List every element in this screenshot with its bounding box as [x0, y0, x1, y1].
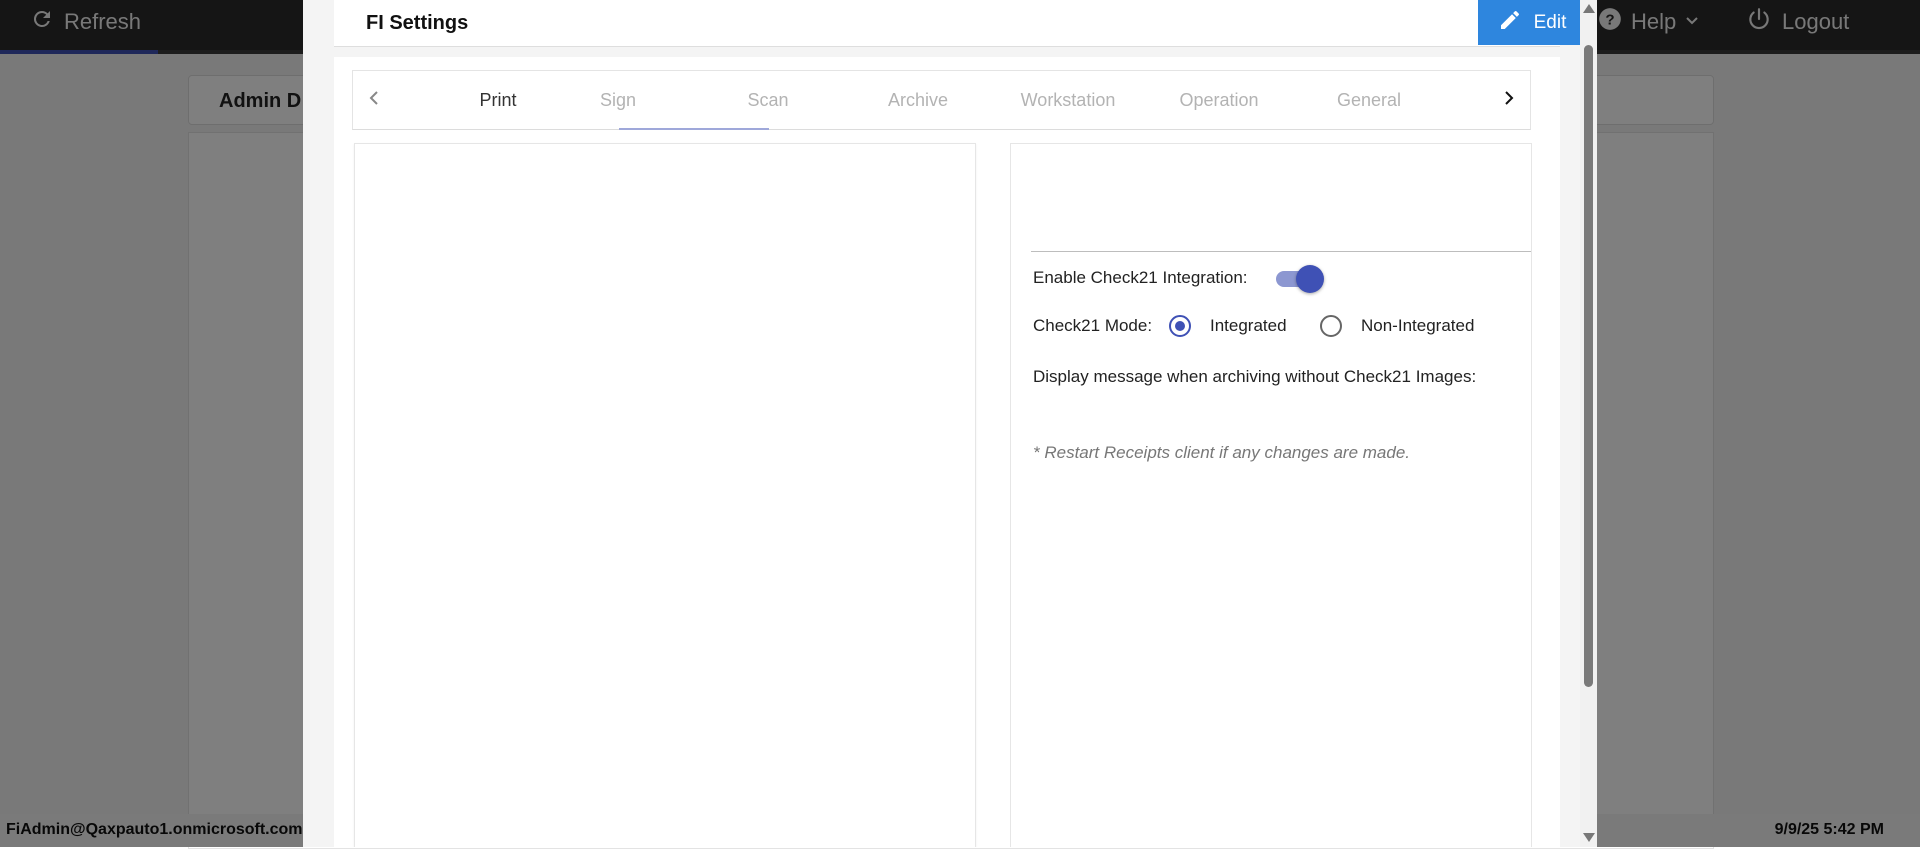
check21-integration-label: Enable Check21 Integration: [1033, 268, 1248, 287]
tab-label: Operation [1179, 89, 1259, 110]
tab-operation[interactable]: Operation [1144, 71, 1294, 129]
settings-left-panel [354, 143, 976, 847]
tab-scan[interactable]: Scan [693, 71, 843, 129]
tab-label: Workstation [1020, 89, 1116, 110]
check21-mode-integrated-radio[interactable] [1169, 315, 1191, 337]
check21-mode-non-integrated-label[interactable]: Non-Integrated [1361, 316, 1474, 336]
chevron-right-icon [1502, 89, 1516, 112]
toggle-thumb [1296, 265, 1324, 293]
edit-label: Edit [1533, 11, 1567, 33]
tab-label: Print [479, 89, 517, 110]
tabs-scroll-right-button[interactable] [1496, 87, 1522, 113]
display-message-label: Display message when archiving without C… [1033, 367, 1477, 386]
scroll-down-arrow-icon[interactable] [1583, 833, 1595, 842]
section-divider [1031, 251, 1531, 252]
fi-settings-dialog: FI Settings Edit Print Sign Scan Archive… [303, 0, 1597, 847]
tab-label: General [1336, 89, 1402, 110]
scrollbar-thumb[interactable] [1584, 45, 1593, 687]
pencil-icon [1498, 8, 1522, 38]
tab-general[interactable]: General [1294, 71, 1444, 129]
tab-label: Scan [747, 89, 789, 110]
tabs-scroll-left-button[interactable] [361, 87, 387, 113]
settings-right-panel: Enable Check21 Integration: Check21 Mode… [1010, 143, 1532, 847]
tab-label: Sign [599, 89, 637, 110]
restart-note: * Restart Receipts client if any changes… [1033, 443, 1411, 462]
tab-active-indicator [619, 128, 769, 130]
tab-label: Archive [887, 89, 949, 110]
tab-sign[interactable]: Sign [543, 71, 693, 129]
scroll-up-arrow-icon[interactable] [1583, 4, 1595, 13]
check21-integration-toggle[interactable] [1276, 265, 1326, 293]
settings-tab-bar: Print Sign Scan Archive Workstation Oper… [352, 70, 1531, 130]
check21-mode-integrated-label[interactable]: Integrated [1210, 316, 1287, 336]
tab-archive[interactable]: Archive [843, 71, 993, 129]
tab-workstation[interactable]: Workstation [993, 71, 1143, 129]
check21-mode-non-integrated-radio[interactable] [1320, 315, 1342, 337]
edit-button[interactable]: Edit [1478, 0, 1586, 45]
check21-mode-label: Check21 Mode: [1033, 316, 1153, 335]
dialog-title: FI Settings [366, 12, 469, 34]
dialog-header: FI Settings Edit [334, 0, 1586, 47]
chevron-left-icon [367, 89, 381, 112]
